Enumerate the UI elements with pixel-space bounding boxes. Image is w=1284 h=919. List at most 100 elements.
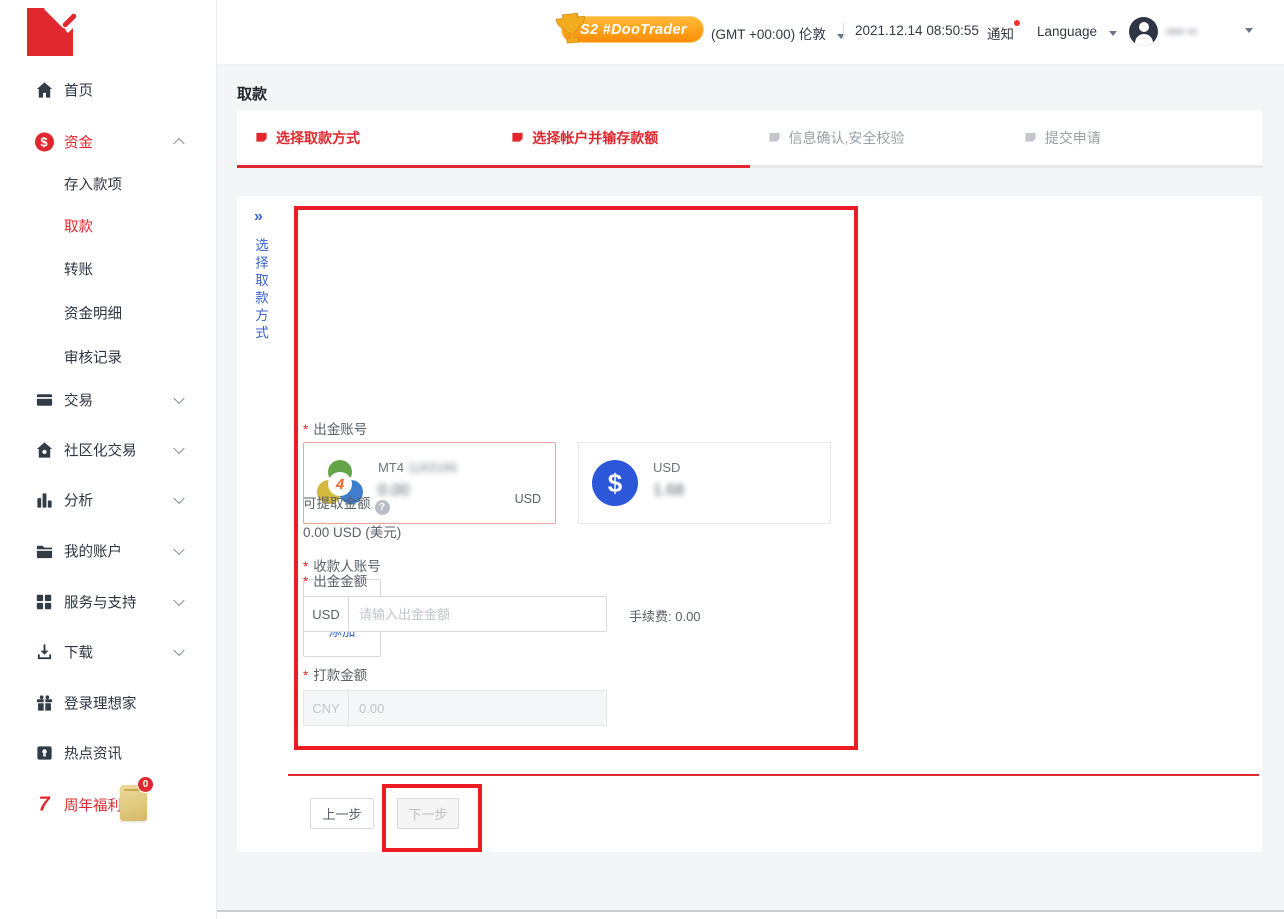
account-title: MT4 1183186 (378, 460, 457, 475)
fee-text: 手续费: 0.00 (629, 606, 701, 625)
sidebar-item-download[interactable]: 下载 (0, 637, 216, 667)
username: •••• •• (1166, 24, 1197, 39)
gift-icon (33, 694, 55, 713)
step-confirm-info[interactable]: 信息确认,安全校验 (750, 110, 1006, 168)
withdraw-amount-input-group: USD (303, 596, 607, 632)
sidebar-item-fund-details[interactable]: 资金明细 (0, 298, 216, 328)
sidebar-item-hot-news[interactable]: 热点资讯 (0, 738, 216, 768)
sidebar-item-rewards-login[interactable]: 登录理想家 (0, 688, 216, 718)
account-balance: 1.68 (653, 482, 684, 500)
help-icon[interactable]: ? (375, 500, 390, 515)
timezone-label: (GMT +00:00) 伦敦 (711, 27, 826, 42)
sidebar-item-label: 转账 (64, 259, 93, 280)
label-text: 打款金额 (313, 668, 367, 683)
step-label: 信息确认,安全校验 (789, 128, 905, 148)
chevron-down-icon (1109, 31, 1117, 36)
language-selector[interactable]: Language (1037, 23, 1117, 41)
step-flag-icon (511, 131, 524, 144)
step-submit[interactable]: 提交申请 (1006, 110, 1262, 168)
trading-card-icon (33, 391, 55, 410)
chevron-down-icon[interactable] (1245, 28, 1253, 33)
step-tabs: 选择取款方式 选择帐户并输存款额 信息确认,安全校验 提交申请 (237, 110, 1262, 168)
sidebar-item-home[interactable]: 首页 (0, 75, 216, 105)
sidebar-item-label: 下载 (64, 642, 93, 663)
account-currency: USD (515, 492, 541, 506)
withdrawable-label: 可提取金额 (303, 496, 371, 511)
sidebar-item-analysis[interactable]: 分析 (0, 485, 216, 515)
account-card-usd-wallet[interactable]: $ USD 1.68 (578, 442, 831, 524)
account-platform: MT4 (378, 460, 404, 475)
chevron-down-icon (173, 493, 184, 504)
notifications-link[interactable]: 通知 (987, 23, 1014, 43)
sidebar-item-label: 审核记录 (64, 347, 122, 368)
withdraw-amount-label: * 出金金额 (303, 570, 367, 590)
required-mark: * (303, 668, 308, 683)
sidebar-item-my-account[interactable]: 我的账户 (0, 536, 216, 566)
next-step-button[interactable]: 下一步 (397, 798, 459, 829)
sidebar-item-transfer[interactable]: 转账 (0, 254, 216, 284)
timezone-selector[interactable]: (GMT +00:00) 伦敦 (711, 23, 845, 44)
step-choose-method[interactable]: 选择取款方式 (237, 110, 493, 168)
sidebar-item-funds[interactable]: $ 资金 (0, 127, 216, 157)
sidebar-item-label: 资金明细 (64, 303, 122, 324)
chevron-down-icon (173, 595, 184, 606)
page-title: 取款 (237, 83, 267, 104)
withdraw-amount-input[interactable] (349, 597, 606, 631)
required-mark: * (303, 574, 308, 589)
label-text: 出金金额 (313, 574, 367, 589)
step-flag-icon (768, 131, 781, 144)
sidebar: 首页 $ 资金 存入款项 取款 转账 资金明细 审核记录 交易 社区化交 (0, 0, 217, 919)
sidebar-item-withdraw[interactable]: 取款 (0, 211, 216, 241)
sidebar-item-label: 社区化交易 (64, 440, 137, 461)
collapse-chevrons-icon[interactable]: » (254, 208, 263, 226)
doo-prime-logo[interactable] (27, 8, 81, 56)
step-flag-icon (1024, 131, 1037, 144)
account-title: USD (653, 460, 680, 475)
footer-strip (217, 912, 1284, 919)
badge-count: 0 (137, 776, 154, 793)
chevron-down-icon (837, 34, 845, 39)
sidebar-item-trading[interactable]: 交易 (0, 385, 216, 415)
sidebar-item-label: 我的账户 (64, 541, 122, 562)
usd-dollar-icon: $ (592, 460, 638, 506)
payout-account-label: *出金账号 (303, 418, 367, 438)
sidebar-item-label: 热点资讯 (64, 743, 122, 764)
sidebar-item-copy-trading[interactable]: 社区化交易 (0, 435, 216, 465)
red-divider-line (288, 774, 1259, 776)
sidebar-item-services-support[interactable]: 服务与支持 (0, 587, 216, 617)
sidebar-item-review-records[interactable]: 审核记录 (0, 342, 216, 372)
label-text: 出金账号 (313, 422, 367, 437)
sidebar-item-label: 首页 (64, 80, 93, 101)
collapse-strip-title[interactable]: 选择取款方式 (250, 238, 270, 343)
contest-badge-label: S2 #DooTrader (580, 22, 687, 38)
withdrawal-page: S2 #DooTrader (GMT +00:00) 伦敦 2021.12.14… (0, 0, 1284, 919)
avatar (1129, 17, 1158, 46)
withdrawable-label-row: 可提取金额? (303, 492, 390, 515)
topbar: S2 #DooTrader (GMT +00:00) 伦敦 2021.12.14… (217, 0, 1284, 65)
payment-amount-label: * 打款金额 (303, 664, 367, 684)
step-flag-icon (255, 131, 268, 144)
sidebar-item-deposit[interactable]: 存入款项 (0, 169, 216, 199)
grid-icon (33, 593, 55, 611)
notification-dot (1014, 20, 1020, 26)
contest-badge[interactable]: S2 #DooTrader (539, 16, 704, 46)
contest-pill: S2 #DooTrader (561, 16, 704, 43)
dollar-icon: $ (33, 133, 55, 152)
payment-amount-value: 0.00 (349, 691, 606, 725)
sidebar-item-label: 服务与支持 (64, 592, 137, 613)
step-label: 提交申请 (1045, 128, 1101, 148)
currency-prefix: USD (304, 597, 349, 631)
chevron-down-icon (173, 645, 184, 656)
sidebar-item-anniversary[interactable]: 7 周年福利 0 (0, 788, 216, 822)
withdraw-form-panel: » 选择取款方式 *出金账号 4 MT4 1183186 0.00 USD $ … (237, 196, 1262, 852)
chevron-up-icon (173, 138, 184, 149)
previous-step-button[interactable]: 上一步 (310, 798, 374, 829)
chevron-down-icon (173, 544, 184, 555)
sidebar-item-label: 取款 (64, 216, 93, 237)
sidebar-item-label: 存入款项 (64, 174, 122, 195)
step-select-account[interactable]: 选择帐户并输存款额 (493, 110, 749, 168)
trophy-icon (552, 8, 593, 60)
user-menu[interactable]: •••• •• (1129, 17, 1197, 46)
sidebar-item-label: 交易 (64, 390, 93, 411)
folder-icon (33, 542, 55, 561)
